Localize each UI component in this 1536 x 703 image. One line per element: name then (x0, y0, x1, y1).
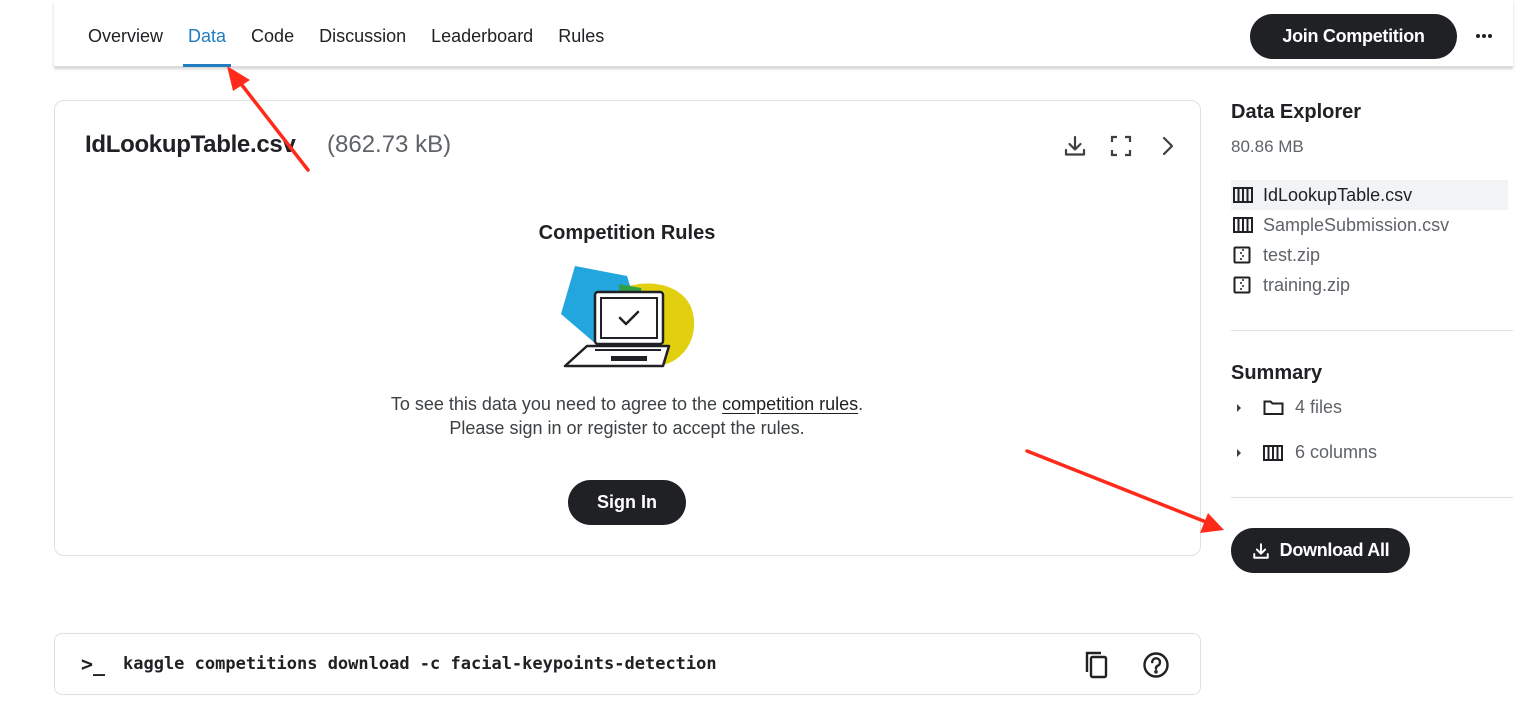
download-icon (1252, 542, 1269, 559)
file-item-samplesubmission[interactable]: SampleSubmission.csv (1231, 210, 1508, 240)
data-explorer-heading: Data Explorer (1231, 101, 1362, 123)
fullscreen-icon (1110, 135, 1132, 157)
more-horizontal-icon (1476, 34, 1492, 38)
file-item-training-zip[interactable]: training.zip (1231, 270, 1508, 300)
table-icon (1233, 216, 1255, 234)
more-options-button[interactable] (1470, 22, 1498, 50)
rules-text-suffix: . (858, 394, 864, 414)
rules-text-prefix: To see this data you need to agree to th… (390, 394, 723, 414)
summary-columns-label: 6 columns (1295, 442, 1378, 462)
preview-actions (1061, 132, 1181, 160)
competition-rules-link[interactable]: competition rules (722, 394, 858, 414)
file-item-test-zip[interactable]: test.zip (1231, 240, 1508, 270)
summary-columns-toggle[interactable]: 6 columns (1235, 442, 1377, 463)
chevron-right-icon (1162, 136, 1174, 156)
tab-overview[interactable]: Overview (88, 0, 163, 67)
competition-rules-heading: Competition Rules (538, 222, 716, 244)
tab-discussion[interactable]: Discussion (319, 0, 406, 67)
help-button[interactable] (1140, 649, 1172, 681)
caret-right-icon (1235, 447, 1245, 459)
file-item-label: SampleSubmission.csv (1263, 214, 1450, 235)
download-all-label: Download All (1279, 540, 1390, 560)
sidebar-divider (1231, 497, 1513, 498)
download-file-button[interactable] (1061, 132, 1089, 160)
rules-message: To see this data you need to agree to th… (0, 392, 1254, 440)
terminal-icon: >_ (81, 652, 106, 676)
copy-command-button[interactable] (1080, 649, 1112, 681)
table-icon (1233, 186, 1255, 204)
data-explorer-total-size: 80.86 MB (1231, 137, 1304, 156)
copy-icon (1085, 651, 1108, 679)
nav-tabs: Overview Data Code Discussion Leaderboar… (88, 0, 629, 67)
rules-message-line-2: Please sign in or register to accept the… (449, 418, 805, 438)
api-command-bar: >_ kaggle competitions download -c facia… (54, 633, 1201, 695)
caret-right-icon (1235, 402, 1245, 414)
folder-icon (1263, 399, 1285, 416)
table-icon (1263, 444, 1285, 461)
file-item-idlookuptable[interactable]: IdLookupTable.csv (1231, 180, 1508, 210)
api-command-text[interactable]: kaggle competitions download -c facial-k… (123, 654, 717, 674)
zip-icon (1233, 276, 1255, 294)
tab-rules[interactable]: Rules (558, 0, 604, 67)
zip-icon (1233, 246, 1255, 264)
competition-nav: Overview Data Code Discussion Leaderboar… (54, 0, 1513, 67)
sign-in-button[interactable]: Sign In (568, 480, 686, 525)
summary-heading: Summary (1231, 362, 1323, 384)
preview-file-size: (862.73 kB) (327, 131, 452, 158)
summary-files-toggle[interactable]: 4 files (1235, 397, 1342, 418)
fullscreen-button[interactable] (1107, 132, 1135, 160)
file-item-label: training.zip (1263, 274, 1351, 295)
laptop-checkmark-illustration (561, 266, 695, 368)
help-circle-icon (1143, 652, 1169, 678)
file-item-label: IdLookupTable.csv (1263, 184, 1413, 205)
download-all-button[interactable]: Download All (1231, 528, 1410, 573)
join-competition-button[interactable]: Join Competition (1250, 14, 1457, 59)
tab-leaderboard[interactable]: Leaderboard (431, 0, 533, 67)
download-icon (1064, 135, 1086, 156)
preview-file-name: IdLookupTable.csv (85, 131, 296, 158)
next-file-button[interactable] (1153, 132, 1181, 160)
file-item-label: test.zip (1263, 244, 1321, 265)
data-explorer-file-list: IdLookupTable.csv SampleSubmission.csv t… (1231, 180, 1508, 300)
summary-files-label: 4 files (1295, 397, 1343, 417)
tab-code[interactable]: Code (251, 0, 294, 67)
tab-data[interactable]: Data (183, 0, 232, 67)
rules-message-line-1: To see this data you need to agree to th… (0, 392, 1254, 416)
sidebar-divider (1231, 330, 1513, 331)
